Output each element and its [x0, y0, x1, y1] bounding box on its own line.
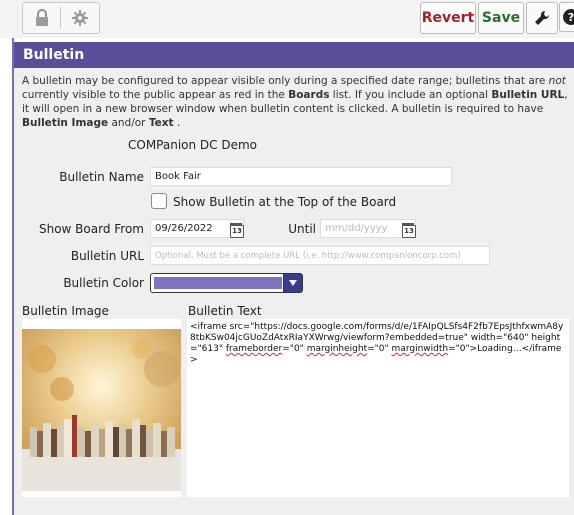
bulletin-text-label: Bulletin Text — [188, 304, 262, 318]
bulletin-image — [22, 329, 181, 491]
revert-button[interactable]: Revert — [420, 2, 476, 34]
description-emphasis: not — [548, 75, 566, 87]
text-content: ="0" — [367, 344, 392, 354]
text-content-misspelled: marginheight — [306, 344, 368, 354]
bulletin-image-frame[interactable] — [22, 319, 181, 497]
lock-icon — [35, 9, 48, 26]
lock-button[interactable] — [23, 3, 60, 33]
show-from-label: Show Board From — [38, 222, 144, 236]
save-label: Save — [481, 10, 521, 26]
show-top-checkbox[interactable] — [151, 193, 167, 209]
text-content-misspelled: marginwidth — [391, 344, 449, 354]
toolbar: Revert Save ? — [0, 0, 574, 38]
section-header: Bulletin — [14, 42, 574, 68]
text-content: ="0" — [282, 344, 307, 354]
chevron-down-icon — [289, 280, 297, 286]
settings-button[interactable] — [61, 3, 99, 33]
bulletin-url-label: Bulletin URL — [70, 249, 144, 263]
calendar-icon[interactable]: 13 — [402, 223, 416, 238]
calendar-icon[interactable]: 13 — [230, 223, 244, 238]
description-bold: Boards — [288, 89, 330, 101]
bulletin-image-label: Bulletin Image — [22, 304, 109, 318]
bulletin-url-placeholder: Optional. Must be a complete URL (i.e. h… — [155, 250, 461, 261]
description-part: A bulletin may be configured to appear v… — [22, 75, 549, 87]
help-icon: ? — [563, 9, 574, 25]
text-content-misspelled: frameborder — [225, 344, 283, 354]
color-dropdown-toggle[interactable] — [283, 274, 302, 292]
help-button[interactable]: ? — [559, 2, 574, 32]
description-part: and/or — [108, 117, 149, 129]
bulletin-url-input[interactable]: Optional. Must be a complete URL (i.e. h… — [150, 246, 490, 265]
until-placeholder: mm/dd/yyyy — [325, 223, 388, 234]
description-bold: Bulletin Image — [22, 117, 109, 129]
bulletin-name-input[interactable]: Book Fair — [150, 167, 452, 186]
section-title: Bulletin — [23, 47, 85, 63]
save-button[interactable]: Save — [478, 2, 524, 34]
bulletin-color-label: Bulletin Color — [63, 276, 144, 290]
description-bold: Bulletin URL — [491, 89, 565, 101]
description-bold: Text — [148, 117, 174, 129]
organization-name: COMPanion DC Demo — [128, 138, 258, 152]
color-swatch — [154, 277, 282, 289]
wrench-icon — [535, 10, 550, 25]
show-top-label: Show Bulletin at the Top of the Board — [173, 195, 397, 209]
gear-icon — [72, 10, 88, 26]
description-part: currently visible to the public appear a… — [22, 89, 289, 101]
revert-label: Revert — [421, 10, 475, 26]
calendar-day: 13 — [232, 227, 242, 235]
tools-button[interactable] — [526, 2, 558, 34]
bulletin-color-select[interactable] — [150, 273, 303, 293]
show-from-value: 09/26/2022 — [155, 223, 213, 234]
until-label: Until — [288, 222, 316, 236]
bulletin-name-value: Book Fair — [155, 171, 201, 182]
bulletin-text-area[interactable]: <iframe src="https://docs.google.com/for… — [187, 319, 569, 497]
calendar-day: 13 — [404, 227, 414, 235]
bulletin-name-label: Bulletin Name — [59, 170, 144, 184]
description-part: . — [173, 117, 181, 129]
description-text: A bulletin may be configured to appear v… — [22, 74, 570, 130]
svg-text:?: ? — [568, 11, 574, 24]
description-part: list. If you include an optional — [329, 89, 492, 101]
toolbar-left-group — [22, 2, 100, 34]
